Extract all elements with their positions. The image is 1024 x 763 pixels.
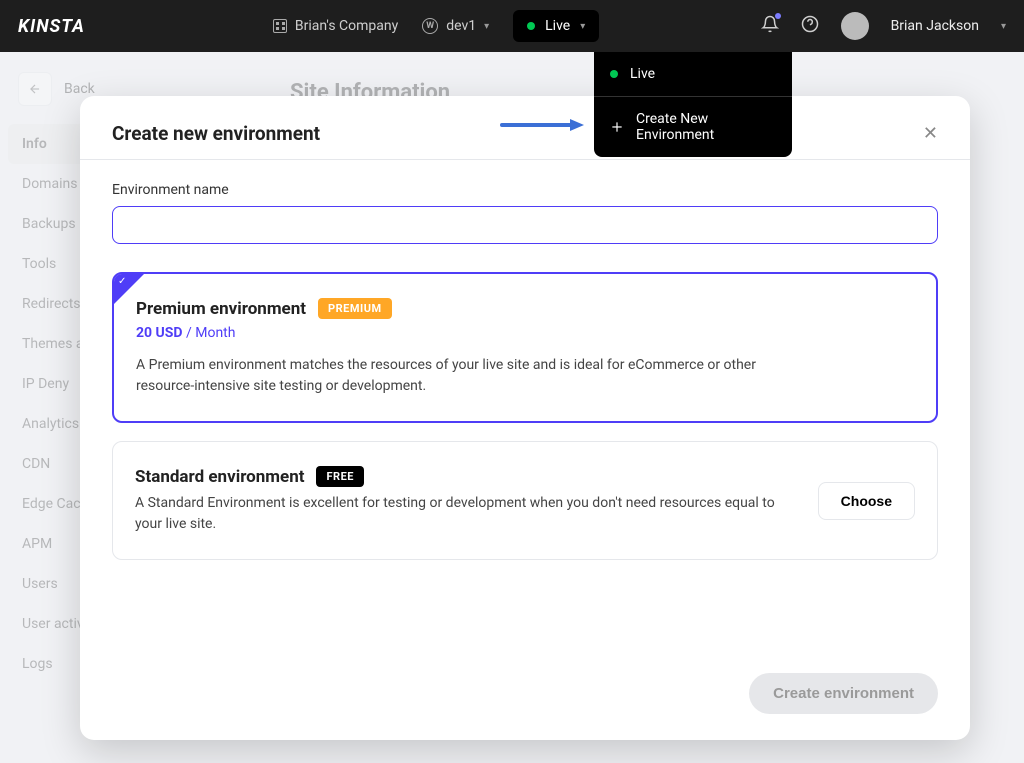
plan-price: 20 USD / Month xyxy=(136,325,914,341)
logo: KINSTA xyxy=(18,16,85,37)
modal-title: Create new environment xyxy=(112,122,320,145)
chevron-down-icon: ▾ xyxy=(1001,21,1006,32)
environment-selector[interactable]: Live ▾ xyxy=(513,10,599,42)
price-value: 20 USD xyxy=(136,325,183,341)
create-environment-button[interactable]: Create environment xyxy=(749,673,938,714)
premium-plan-card[interactable]: ✓ Premium environment PREMIUM 20 USD / M… xyxy=(112,272,938,423)
site-name: dev1 xyxy=(446,18,476,34)
standard-plan-card[interactable]: Standard environment FREE A Standard Env… xyxy=(112,441,938,560)
create-environment-modal: Create new environment ✕ Environment nam… xyxy=(80,96,970,740)
environment-label: Live xyxy=(545,18,570,34)
plus-icon xyxy=(610,120,624,134)
company-name: Brian's Company xyxy=(295,18,398,34)
env-option-label: Live xyxy=(630,66,655,82)
plan-description: A Premium environment matches the resour… xyxy=(136,355,776,397)
plan-title: Premium environment xyxy=(136,299,306,319)
wordpress-icon: W xyxy=(422,18,438,34)
env-name-label: Environment name xyxy=(112,182,938,198)
env-name-input[interactable] xyxy=(112,206,938,244)
topbar: KINSTA Brian's Company W dev1 ▾ Live ▾ B… xyxy=(0,0,1024,52)
price-unit: / Month xyxy=(186,325,235,341)
premium-badge: PREMIUM xyxy=(318,298,392,319)
notification-badge xyxy=(775,13,781,19)
avatar[interactable] xyxy=(841,12,869,40)
user-name: Brian Jackson xyxy=(891,18,979,34)
env-option-live[interactable]: Live xyxy=(594,52,792,96)
close-icon[interactable]: ✕ xyxy=(923,123,938,144)
help-icon[interactable] xyxy=(801,15,819,37)
company-selector[interactable]: Brian's Company xyxy=(273,18,398,34)
notifications-icon[interactable] xyxy=(761,15,779,37)
free-badge: FREE xyxy=(316,466,363,487)
env-create-label: Create New Environment xyxy=(636,111,776,143)
building-icon xyxy=(273,19,287,33)
env-option-create[interactable]: Create New Environment xyxy=(594,97,792,157)
chevron-down-icon: ▾ xyxy=(580,21,585,32)
status-dot-icon xyxy=(527,22,535,30)
check-icon: ✓ xyxy=(118,276,126,287)
status-dot-icon xyxy=(610,70,618,78)
site-selector[interactable]: W dev1 ▾ xyxy=(422,18,489,34)
choose-button[interactable]: Choose xyxy=(818,482,915,520)
plan-title: Standard environment xyxy=(135,467,304,487)
environment-dropdown: Live Create New Environment xyxy=(594,52,792,157)
plan-description: A Standard Environment is excellent for … xyxy=(135,493,775,535)
chevron-down-icon: ▾ xyxy=(484,21,489,32)
